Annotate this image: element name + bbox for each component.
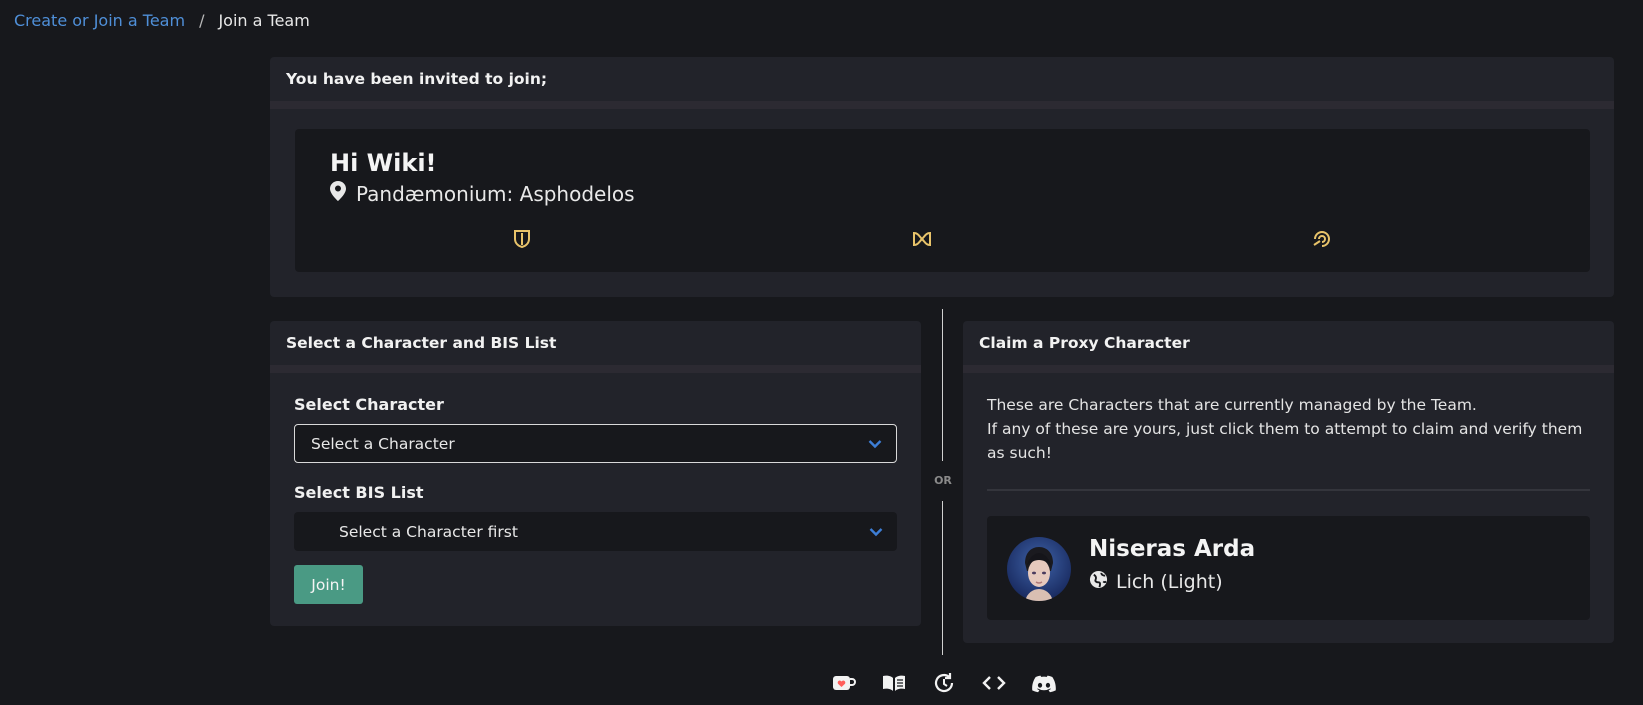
map-pin-icon	[330, 181, 346, 206]
chevron-down-icon	[869, 523, 883, 541]
breadcrumb: Create or Join a Team / Join a Team	[14, 11, 310, 30]
api-code-icon[interactable]	[982, 672, 1006, 694]
team-info-box: Hi Wiki! Pandæmonium: Asphodelos	[295, 129, 1590, 272]
character-name: Niseras Arda	[1089, 536, 1256, 562]
proxy-character-card[interactable]: Niseras Arda Lich (Light)	[987, 516, 1590, 620]
select-character-card: Select a Character and BIS List Select C…	[270, 321, 921, 626]
character-select[interactable]: Select a Character	[294, 424, 897, 463]
proxy-description-line-2: If any of these are yours, just click th…	[987, 420, 1583, 462]
discord-icon[interactable]	[1032, 672, 1056, 694]
invite-card: You have been invited to join; Hi Wiki! …	[270, 57, 1614, 297]
select-card-header: Select a Character and BIS List	[270, 321, 921, 373]
breadcrumb-separator: /	[199, 11, 205, 30]
globe-icon	[1089, 570, 1108, 594]
tank-icon	[512, 229, 532, 249]
team-tier: Pandæmonium: Asphodelos	[330, 181, 635, 206]
breadcrumb-create-or-join-link[interactable]: Create or Join a Team	[14, 11, 185, 30]
character-avatar	[1007, 537, 1071, 601]
chevron-down-icon	[868, 435, 882, 453]
invite-card-header: You have been invited to join;	[270, 57, 1614, 109]
character-world: Lich (Light)	[1089, 570, 1223, 594]
select-character-label: Select Character	[294, 395, 444, 414]
healer-icon	[912, 229, 932, 249]
changelog-icon[interactable]	[932, 672, 956, 694]
bis-select-value: Select a Character first	[339, 522, 518, 541]
proxy-card-header: Claim a Proxy Character	[963, 321, 1614, 373]
divider-line-top	[942, 309, 943, 461]
kofi-icon[interactable]	[832, 672, 856, 694]
divider-line-bottom	[942, 501, 943, 655]
bis-list-select[interactable]: Select a Character first	[294, 512, 897, 551]
breadcrumb-current: Join a Team	[218, 11, 310, 30]
dps-icon	[1312, 229, 1332, 249]
join-form: Select Character Select a Character Sele…	[270, 373, 921, 626]
character-world-label: Lich (Light)	[1116, 571, 1223, 593]
footer-links	[832, 672, 1056, 694]
join-button[interactable]: Join!	[294, 565, 363, 604]
or-divider-label: OR	[934, 474, 952, 487]
team-tier-label: Pandæmonium: Asphodelos	[356, 181, 635, 206]
proxy-description: These are Characters that are currently …	[987, 393, 1587, 465]
select-bis-label: Select BIS List	[294, 483, 424, 502]
team-name: Hi Wiki!	[330, 149, 437, 177]
claim-proxy-card: Claim a Proxy Character These are Charac…	[963, 321, 1614, 643]
character-select-value: Select a Character	[311, 434, 455, 453]
proxy-divider	[987, 489, 1590, 491]
proxy-description-line-1: These are Characters that are currently …	[987, 396, 1477, 414]
docs-book-icon[interactable]	[882, 672, 906, 694]
